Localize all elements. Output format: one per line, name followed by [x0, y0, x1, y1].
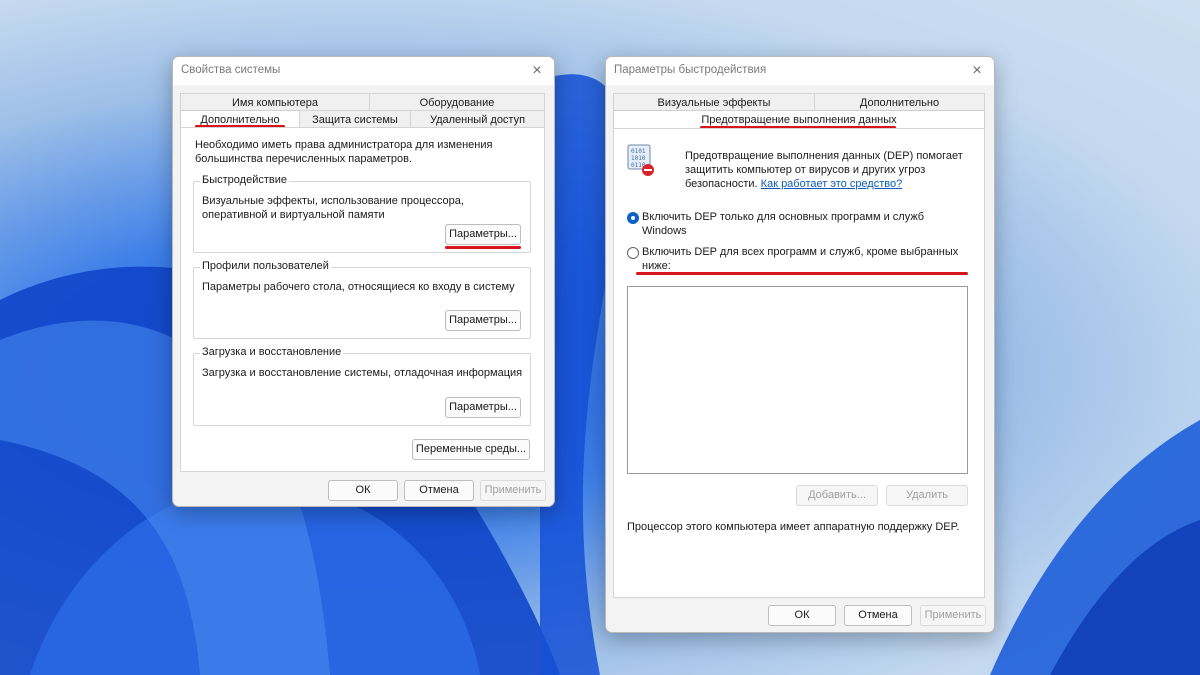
startup-recovery-label: Загрузка и восстановление: [200, 346, 344, 358]
tab-visual-effects[interactable]: Визуальные эффекты: [613, 93, 815, 111]
radio-dep-all[interactable]: [627, 247, 639, 259]
add-button[interactable]: Добавить...: [796, 485, 878, 506]
user-profiles-label: Профили пользователей: [200, 260, 331, 272]
radio-dep-essential[interactable]: [627, 212, 639, 224]
dep-description-line1: Предотвращение выполнения данных (DEP) п…: [685, 150, 963, 162]
cancel-button[interactable]: Отмена: [844, 605, 912, 626]
dep-description-line3: безопасности. Как работает это средство?: [685, 177, 902, 191]
close-icon[interactable]: ×: [526, 60, 548, 82]
performance-label: Быстродействие: [200, 174, 289, 186]
performance-description: Визуальные эффекты, использование процес…: [202, 195, 464, 221]
performance-settings-button[interactable]: Параметры...: [445, 224, 521, 245]
radio-dep-essential-label-2[interactable]: Windows: [642, 224, 687, 238]
annotation-underline: [636, 272, 968, 275]
performance-options-window: Параметры быстродействия × Визуальные эф…: [605, 56, 995, 633]
environment-variables-button[interactable]: Переменные среды...: [412, 439, 530, 460]
system-properties-titlebar[interactable]: Свойства системы ×: [173, 57, 554, 85]
performance-options-titlebar[interactable]: Параметры быстродействия ×: [606, 57, 994, 85]
startup-recovery-group: Загрузка и восстановление Загрузка и вос…: [193, 346, 531, 426]
user-profiles-group: Профили пользователей Параметры рабочего…: [193, 260, 531, 339]
window-title: Свойства системы: [181, 64, 281, 76]
advanced-tab-panel: Необходимо иметь права администратора дл…: [180, 127, 545, 472]
svg-text:0101: 0101: [631, 148, 646, 155]
window-title: Параметры быстродействия: [614, 64, 767, 76]
tab-system-protection[interactable]: Защита системы: [299, 110, 411, 128]
user-profiles-description: Параметры рабочего стола, относящиеся ко…: [202, 281, 515, 293]
radio-dep-essential-label-1[interactable]: Включить DEP только для основных програм…: [642, 210, 924, 224]
startup-recovery-settings-button[interactable]: Параметры...: [445, 397, 521, 418]
hardware-support-text: Процессор этого компьютера имеет аппарат…: [627, 521, 960, 533]
close-icon[interactable]: ×: [966, 60, 988, 82]
apply-button[interactable]: Применить: [480, 480, 546, 501]
radio-dep-all-label-2[interactable]: ниже:: [642, 259, 671, 273]
tab-remote[interactable]: Удаленный доступ: [410, 110, 545, 128]
dep-description-tail: безопасности.: [685, 178, 758, 190]
cancel-button[interactable]: Отмена: [404, 480, 474, 501]
admin-note: Необходимо иметь права администратора дл…: [195, 139, 493, 165]
apply-button[interactable]: Применить: [920, 605, 986, 626]
dep-shield-icon: 0101 1010 0110: [627, 144, 654, 176]
performance-group: Быстродействие Визуальные эффекты, испол…: [193, 174, 531, 253]
tab-advanced[interactable]: Дополнительно: [814, 93, 985, 111]
annotation-underline: [445, 246, 521, 249]
ok-button[interactable]: ОК: [328, 480, 398, 501]
dep-tab-panel: 0101 1010 0110 Предотвращение выполнения…: [613, 128, 985, 598]
tab-hardware[interactable]: Оборудование: [369, 93, 545, 111]
system-properties-window: Свойства системы × Имя компьютера Оборуд…: [172, 56, 555, 507]
startup-recovery-description: Загрузка и восстановление системы, отлад…: [202, 367, 523, 379]
user-profiles-settings-button[interactable]: Параметры...: [445, 310, 521, 331]
dep-help-link[interactable]: Как работает это средство?: [761, 178, 903, 190]
radio-dep-all-label-1[interactable]: Включить DEP для всех программ и служб, …: [642, 245, 958, 259]
dep-description-line2: защитить компьютер от вирусов и других у…: [685, 164, 926, 176]
ok-button[interactable]: ОК: [768, 605, 836, 626]
svg-text:1010: 1010: [631, 155, 646, 162]
dep-exceptions-list[interactable]: [627, 286, 968, 474]
remove-button[interactable]: Удалить: [886, 485, 968, 506]
tab-computer-name[interactable]: Имя компьютера: [180, 93, 370, 111]
